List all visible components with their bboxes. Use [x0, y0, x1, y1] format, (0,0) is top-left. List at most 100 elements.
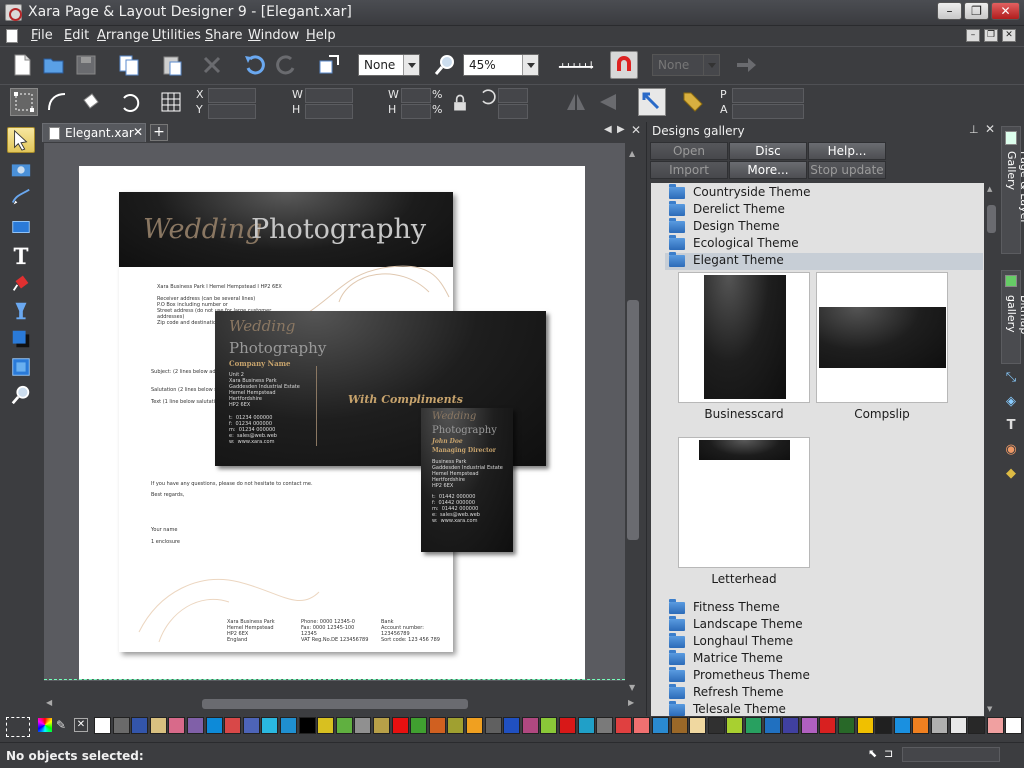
line-gallery-icon[interactable]: ⤡ — [1002, 370, 1020, 388]
doc-restore-button[interactable]: ❐ — [984, 29, 998, 42]
scroll-right-icon[interactable]: ▶ — [628, 698, 634, 707]
colour-swatch[interactable] — [1005, 717, 1023, 734]
save-icon[interactable] — [72, 51, 100, 79]
doc-close-button[interactable]: ✕ — [1002, 29, 1016, 42]
fill-gallery-icon[interactable]: ◈ — [1002, 394, 1020, 412]
pin-icon[interactable]: ⊥ — [969, 123, 979, 136]
colour-swatch[interactable] — [577, 717, 595, 734]
copy-icon[interactable] — [115, 51, 143, 79]
tab-scroll-left-icon[interactable]: ◀ — [604, 124, 612, 135]
magnet-snap-icon[interactable] — [610, 51, 638, 79]
vertical-scrollbar[interactable]: ▲ ▼ — [625, 143, 641, 695]
x-field[interactable] — [208, 88, 256, 103]
fill-tool[interactable] — [7, 270, 35, 296]
colour-swatch[interactable] — [335, 717, 353, 734]
folder-telesale[interactable]: Telesale Theme — [665, 701, 786, 716]
help-button[interactable]: Help... — [808, 142, 886, 160]
delete-icon[interactable] — [198, 51, 226, 79]
folder-longhaul[interactable]: Longhaul Theme — [665, 633, 793, 651]
folder-design[interactable]: Design Theme — [665, 218, 780, 236]
close-gallery-icon[interactable]: ✕ — [985, 122, 995, 136]
colour-swatch[interactable] — [689, 717, 707, 734]
menu-edit[interactable]: Edit — [64, 28, 89, 43]
eyedropper-icon[interactable]: ✎ — [56, 718, 70, 732]
colour-swatch[interactable] — [428, 717, 446, 734]
colour-swatch[interactable] — [447, 717, 465, 734]
colour-swatch[interactable] — [317, 717, 335, 734]
colour-swatch[interactable] — [931, 717, 948, 734]
name-gallery-icon[interactable]: ◆ — [1002, 466, 1020, 484]
app-icon[interactable] — [5, 4, 22, 21]
minimize-button[interactable]: – — [937, 2, 962, 20]
colour-swatch[interactable] — [391, 717, 409, 734]
no-fill-icon[interactable]: ✕ — [74, 718, 88, 732]
text-tool[interactable] — [7, 242, 35, 268]
colour-swatch[interactable] — [819, 717, 837, 734]
open-button[interactable]: Open — [650, 142, 728, 160]
colour-swatch[interactable] — [521, 717, 539, 734]
more-button[interactable]: More... — [729, 161, 807, 179]
colour-swatch[interactable] — [745, 717, 762, 734]
menu-utilities[interactable]: Utilities — [152, 28, 201, 43]
folder-fitness[interactable]: Fitness Theme — [665, 599, 780, 617]
folder-matrice[interactable]: Matrice Theme — [665, 650, 783, 668]
redo-icon[interactable] — [273, 51, 301, 79]
thumb-compslip[interactable] — [816, 272, 948, 403]
colour-editor-icon[interactable] — [38, 718, 52, 732]
thumb-letterhead[interactable] — [678, 437, 810, 568]
colour-gallery-icon[interactable]: ◉ — [1002, 442, 1020, 460]
tab-scroll-right-icon[interactable]: ▶ — [617, 124, 625, 135]
colour-swatch[interactable] — [633, 717, 651, 734]
scroll-up-icon[interactable]: ▲ — [987, 185, 992, 193]
a-field[interactable] — [732, 104, 804, 119]
h-scale-field[interactable] — [401, 104, 431, 119]
colour-swatch[interactable] — [205, 717, 223, 734]
colour-swatch[interactable] — [354, 717, 372, 734]
rotate-icon[interactable] — [116, 88, 144, 116]
doc-minimize-button[interactable]: – — [966, 29, 980, 42]
selector-handles-icon[interactable] — [10, 88, 38, 116]
colour-swatch[interactable] — [466, 717, 483, 734]
flip-horizontal-icon[interactable] — [562, 88, 590, 116]
selection-icon[interactable]: ⬉ — [868, 747, 882, 761]
colour-swatch[interactable] — [670, 717, 688, 734]
colour-swatch[interactable] — [875, 717, 893, 734]
colour-swatch[interactable] — [838, 717, 855, 734]
folder-refresh[interactable]: Refresh Theme — [665, 684, 784, 702]
tag-icon[interactable] — [679, 88, 707, 116]
document-icon[interactable] — [6, 29, 18, 43]
page-layer-gallery-tab[interactable]: Page & Layer Gallery — [1001, 126, 1024, 254]
height-field[interactable] — [305, 104, 353, 119]
flip-vertical-icon[interactable] — [594, 88, 622, 116]
folder-landscape[interactable]: Landscape Theme — [665, 616, 803, 634]
colour-swatch[interactable] — [298, 717, 316, 734]
ruler-snap-icon[interactable] — [556, 51, 596, 79]
width-field[interactable] — [305, 88, 353, 103]
colour-swatch[interactable] — [652, 717, 669, 734]
menu-help[interactable]: Help — [306, 28, 336, 43]
font-gallery-icon[interactable]: T — [1002, 418, 1020, 436]
colour-swatch[interactable] — [968, 717, 986, 734]
curve-edit-icon[interactable] — [43, 88, 71, 116]
folder-derelict[interactable]: Derelict Theme — [665, 201, 785, 219]
disc-designs-button[interactable]: Disc designs... — [729, 142, 807, 174]
colour-swatch[interactable] — [503, 717, 521, 734]
colour-swatch[interactable] — [986, 717, 1004, 734]
colour-swatch[interactable] — [373, 717, 390, 734]
photo-tool[interactable] — [7, 156, 35, 182]
zoom-tool-icon[interactable] — [431, 51, 459, 79]
colour-swatch[interactable] — [131, 717, 149, 734]
menu-file[interactable]: File — [31, 28, 53, 43]
rotation-field[interactable] — [498, 88, 528, 103]
fill-bucket-icon[interactable] — [76, 88, 104, 116]
colour-swatch[interactable] — [726, 717, 744, 734]
colour-swatch[interactable] — [782, 717, 800, 734]
colour-swatch[interactable] — [596, 717, 614, 734]
snap-icon[interactable]: ⊐ — [884, 747, 898, 761]
rectangle-tool[interactable] — [7, 214, 35, 240]
colour-swatch[interactable] — [540, 717, 558, 734]
colour-swatch[interactable] — [149, 717, 167, 734]
colour-swatch[interactable] — [893, 717, 911, 734]
open-folder-icon[interactable] — [40, 51, 68, 79]
colour-swatch[interactable] — [707, 717, 725, 734]
